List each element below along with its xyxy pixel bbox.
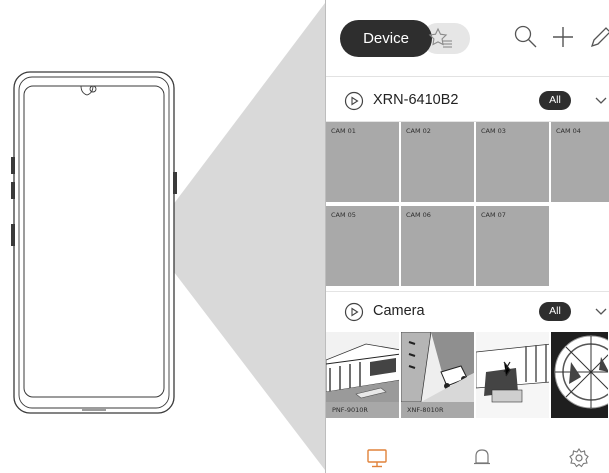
- tab-device[interactable]: Device: [340, 20, 432, 57]
- camera-tile-label: CAM 07: [481, 211, 506, 219]
- camera-snapshot: [551, 332, 608, 418]
- camera-tile[interactable]: CAM 01: [326, 122, 401, 204]
- plus-icon[interactable]: [550, 24, 576, 50]
- section-header-recorder[interactable]: XRN-6410B2 All: [326, 81, 609, 121]
- camera-tile-label: CAM 05: [331, 211, 356, 219]
- chevron-down-icon[interactable]: [594, 305, 608, 319]
- camera-tile[interactable]: CAM 06: [401, 206, 476, 288]
- camera-tile-label: CAM 06: [406, 211, 431, 219]
- bell-icon[interactable]: [471, 447, 493, 469]
- play-circle-icon: [344, 91, 364, 111]
- header-divider: [326, 76, 609, 77]
- camera-tile-label: CAM 02: [406, 127, 431, 135]
- camera-tile[interactable]: CAM 04: [551, 122, 609, 204]
- search-icon[interactable]: [513, 24, 539, 50]
- pencil-icon[interactable]: [588, 24, 609, 50]
- camera-tile[interactable]: CAM 02: [401, 122, 476, 204]
- camera-tile-label: CAM 03: [481, 127, 506, 135]
- monitor-icon[interactable]: [366, 447, 388, 469]
- camera-name: XNF-8010R: [401, 402, 474, 418]
- camera-tile[interactable]: CAM 05: [326, 206, 401, 288]
- camera-tile-label: CAM 04: [556, 127, 581, 135]
- camera-name: PNF-9010R: [326, 402, 399, 418]
- section-title: Camera: [373, 303, 425, 319]
- chevron-down-icon[interactable]: [594, 94, 608, 108]
- camera-thumbnail[interactable]: [551, 332, 609, 418]
- section-header-camera[interactable]: Camera All: [326, 292, 609, 332]
- camera-thumbnail[interactable]: [476, 332, 551, 418]
- camera-tile-label: CAM 01: [331, 127, 356, 135]
- bottom-navigation: [326, 440, 609, 473]
- gear-icon[interactable]: [568, 447, 590, 469]
- filter-all-badge[interactable]: All: [539, 91, 571, 110]
- camera-tile[interactable]: CAM 03: [476, 122, 551, 204]
- app-screen: Device XRN-6410B2 All CAM 01 CAM 02 CAM 03…: [325, 0, 609, 473]
- camera-thumbnail[interactable]: PNF-9010R: [326, 332, 401, 418]
- camera-thumbnail[interactable]: XNF-8010R: [401, 332, 476, 418]
- camera-tile[interactable]: CAM 07: [476, 206, 551, 288]
- play-circle-icon: [344, 302, 364, 322]
- filter-all-badge[interactable]: All: [539, 302, 571, 321]
- camera-snapshot: [476, 332, 549, 418]
- star-list-icon[interactable]: [426, 24, 456, 54]
- section-title: XRN-6410B2: [373, 92, 459, 108]
